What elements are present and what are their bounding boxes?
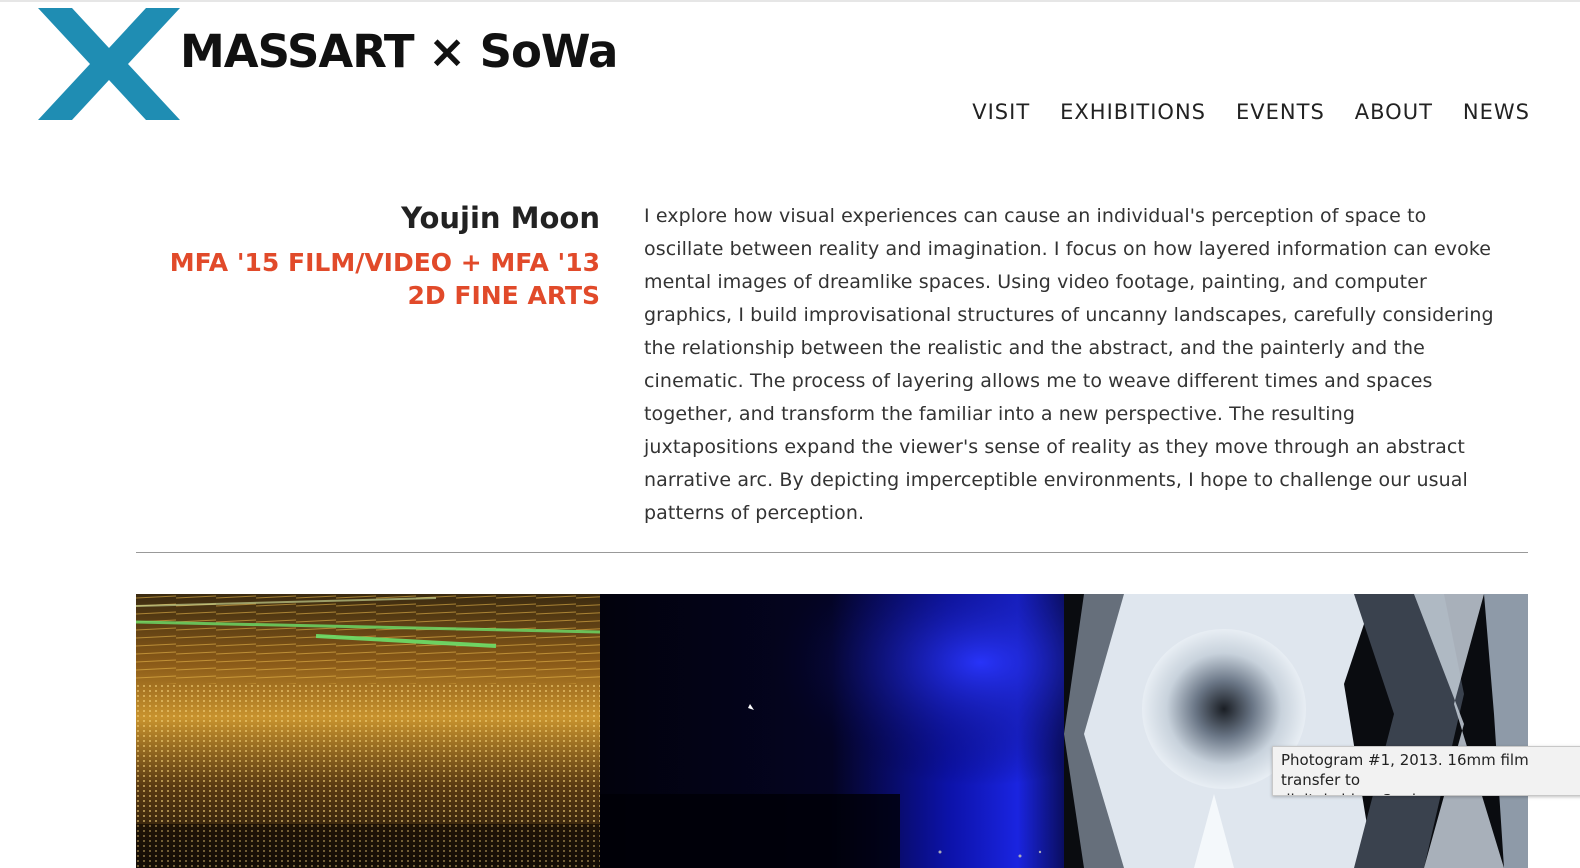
logo-wordmark[interactable]: MASSART × SoWa [180, 24, 618, 80]
nav-item-events[interactable]: EVENTS [1236, 100, 1325, 124]
artwork-tooltip: Photogram #1, 2013. 16mm film transfer t… [1272, 746, 1580, 796]
section-divider [136, 552, 1528, 553]
artist-name: Youjin Moon [401, 201, 600, 235]
nav-item-visit[interactable]: VISIT [972, 100, 1030, 124]
page: MASSART × SoWa VISIT EXHIBITIONS EVENTS … [0, 0, 1580, 868]
main-nav: VISIT EXHIBITIONS EVENTS ABOUT NEWS [972, 100, 1530, 124]
massart-x-logo-icon[interactable] [38, 8, 180, 120]
artist-statement: I explore how visual experiences can cau… [644, 205, 1494, 524]
top-rule [0, 0, 1580, 9]
artwork-thumbnail-blue-night[interactable] [600, 594, 1064, 868]
nav-item-news[interactable]: NEWS [1463, 100, 1530, 124]
nav-item-exhibitions[interactable]: EXHIBITIONS [1060, 100, 1206, 124]
nav-item-about[interactable]: ABOUT [1355, 100, 1433, 124]
artist-header: Youjin Moon MFA '15 FILM/VIDEO + MFA '13… [130, 196, 600, 312]
city-lights-image [136, 594, 600, 868]
artist-degree: MFA '15 FILM/VIDEO + MFA '13 2D FINE ART… [169, 248, 600, 310]
artwork-thumbnail-city-lights[interactable] [136, 594, 600, 868]
blue-night-image [600, 594, 1064, 868]
artwork-gallery [136, 594, 1528, 868]
artwork-thumbnail-photogram[interactable] [1064, 594, 1528, 868]
photogram-image [1064, 594, 1528, 868]
